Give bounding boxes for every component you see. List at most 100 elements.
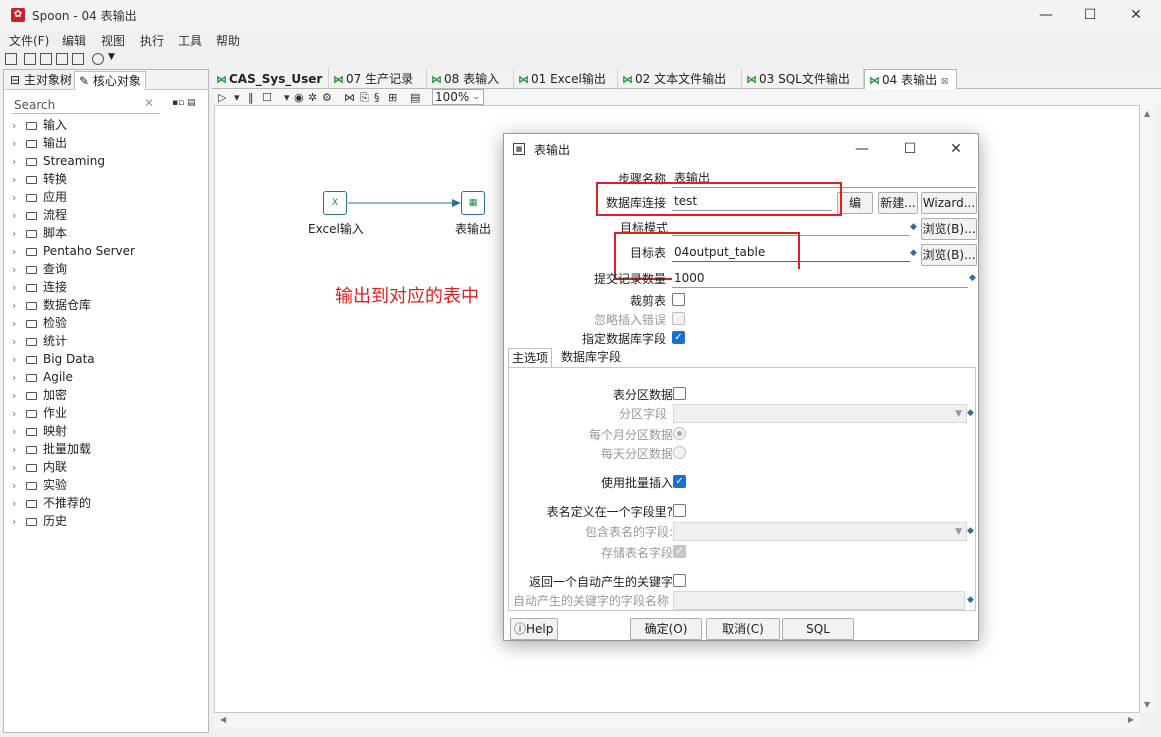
- open-file-icon[interactable]: [24, 53, 36, 65]
- vertical-scrollbar[interactable]: ▲ ▼: [1140, 105, 1156, 713]
- preview-icon[interactable]: ◉: [294, 91, 304, 104]
- sql-button[interactable]: SQL: [782, 618, 854, 640]
- chevron-right-icon[interactable]: ›: [12, 189, 26, 207]
- chevron-right-icon[interactable]: ›: [12, 117, 26, 135]
- excel-input-icon[interactable]: X: [323, 191, 347, 215]
- replay-icon[interactable]: ⚙: [322, 91, 332, 104]
- store-tablename-checkbox[interactable]: ✓: [673, 545, 686, 558]
- minimize-icon[interactable]: —: [844, 138, 880, 160]
- tree-item[interactable]: › 作业: [12, 404, 67, 422]
- ok-button[interactable]: 确定(O): [630, 618, 702, 640]
- monthly-partition-radio[interactable]: [673, 427, 686, 440]
- tree-item[interactable]: › 数据仓库: [12, 296, 91, 314]
- explore-db-icon[interactable]: ⊞: [388, 91, 397, 104]
- debug-icon[interactable]: ✲: [308, 91, 317, 104]
- chevron-right-icon[interactable]: ›: [12, 441, 26, 459]
- tablename-in-field-checkbox[interactable]: [673, 504, 686, 517]
- menu-view[interactable]: 视图: [101, 32, 125, 49]
- tablename-field-select[interactable]: ▼: [673, 522, 967, 541]
- tree-item[interactable]: › 实验: [12, 476, 67, 494]
- tab-02[interactable]: ⋈ 02 文本文件输出: [618, 69, 742, 89]
- explore-repo-icon[interactable]: [40, 53, 52, 65]
- tab-main-options[interactable]: 主选项: [508, 348, 553, 368]
- browse-schema-button[interactable]: 浏览(B)...: [921, 218, 977, 240]
- tree-item[interactable]: › 输入: [12, 116, 67, 134]
- tree-item[interactable]: › 流程: [12, 206, 67, 224]
- chevron-right-icon[interactable]: ›: [12, 513, 26, 531]
- partition-field-select[interactable]: ▼: [673, 404, 967, 423]
- tree-item[interactable]: › 脚本: [12, 224, 67, 242]
- chevron-right-icon[interactable]: ›: [12, 459, 26, 477]
- tree-item[interactable]: › 加密: [12, 386, 67, 404]
- cancel-button[interactable]: 取消(C): [706, 618, 780, 640]
- stop-dropdown-icon[interactable]: ▾: [284, 91, 290, 104]
- chevron-right-icon[interactable]: ›: [12, 261, 26, 279]
- tree-item[interactable]: › 批量加载: [12, 440, 91, 458]
- new-file-icon[interactable]: [5, 53, 17, 65]
- tab-07[interactable]: ⋈ 07 生产记录: [329, 69, 427, 89]
- tree-item[interactable]: › 输出: [12, 134, 67, 152]
- chevron-right-icon[interactable]: ›: [12, 351, 26, 369]
- zoom-select[interactable]: 100% ⌄: [432, 89, 484, 105]
- close-icon[interactable]: ✕: [1113, 0, 1159, 30]
- pause-icon[interactable]: ‖: [248, 91, 254, 104]
- run-icon[interactable]: ▷: [218, 91, 226, 104]
- chevron-right-icon[interactable]: ›: [12, 333, 26, 351]
- chevron-right-icon[interactable]: ›: [12, 279, 26, 297]
- partition-checkbox[interactable]: [673, 387, 686, 400]
- tab-main-tree[interactable]: ⊟ 主对象树: [6, 71, 76, 90]
- tab-core-objects[interactable]: ✎ 核心对象: [74, 71, 146, 90]
- maximize-icon[interactable]: ☐: [1067, 0, 1113, 30]
- stop-icon[interactable]: ☐: [262, 91, 272, 104]
- chevron-right-icon[interactable]: ›: [12, 297, 26, 315]
- chevron-right-icon[interactable]: ›: [12, 207, 26, 225]
- tab-01[interactable]: ⋈ 01 Excel输出: [514, 69, 618, 89]
- chevron-right-icon[interactable]: ›: [12, 315, 26, 333]
- tree-item[interactable]: › Agile: [12, 368, 73, 386]
- tab-03[interactable]: ⋈ 03 SQL文件输出: [742, 69, 864, 89]
- clear-search-icon[interactable]: ✕: [144, 96, 154, 110]
- edit-connection-button[interactable]: 编辑...: [837, 192, 873, 230]
- browse-table-button[interactable]: 浏览(B)...: [921, 244, 977, 266]
- chevron-right-icon[interactable]: ›: [12, 387, 26, 405]
- chevron-right-icon[interactable]: ›: [12, 135, 26, 153]
- tree-item[interactable]: › 应用: [12, 188, 67, 206]
- tab-04[interactable]: ⋈ 04 表输出 ⊠: [864, 69, 957, 89]
- save-icon[interactable]: [56, 53, 68, 65]
- menu-run[interactable]: 执行: [140, 32, 164, 49]
- table-output-icon[interactable]: ▦: [461, 191, 485, 215]
- tab-08[interactable]: ⋈ 08 表输入: [427, 69, 514, 89]
- help-button[interactable]: ⓘHelp: [510, 618, 558, 640]
- chevron-right-icon[interactable]: ›: [12, 171, 26, 189]
- hop-arrow[interactable]: [348, 198, 468, 210]
- menu-edit[interactable]: 编辑: [62, 32, 86, 49]
- tree-item[interactable]: › Pentaho Server: [12, 242, 135, 260]
- daily-partition-radio[interactable]: [673, 446, 686, 459]
- return-key-checkbox[interactable]: [673, 574, 686, 587]
- show-results-icon[interactable]: ▤: [410, 91, 420, 104]
- chevron-right-icon[interactable]: ›: [12, 405, 26, 423]
- chevron-right-icon[interactable]: ›: [12, 495, 26, 513]
- tree-item[interactable]: › 转换: [12, 170, 67, 188]
- tree-item[interactable]: › 内联: [12, 458, 67, 476]
- save-as-icon[interactable]: [72, 53, 84, 65]
- tree-item[interactable]: › 查询: [12, 260, 67, 278]
- close-tab-icon[interactable]: ⊠: [941, 77, 949, 87]
- verify-icon[interactable]: ⋈: [344, 91, 355, 104]
- tree-item[interactable]: › 统计: [12, 332, 67, 350]
- tree-tools-icon[interactable]: ▪▫ ▤: [172, 98, 196, 108]
- chevron-down-icon[interactable]: ▼: [108, 52, 115, 62]
- tree-item[interactable]: › 连接: [12, 278, 67, 296]
- tree-item[interactable]: › Big Data: [12, 350, 95, 368]
- menu-file[interactable]: 文件(F): [9, 32, 49, 49]
- new-connection-button[interactable]: 新建...: [878, 192, 918, 214]
- tree-item[interactable]: › 历史: [12, 512, 67, 530]
- tree-item[interactable]: › 检验: [12, 314, 67, 332]
- tab-cas-sys-user[interactable]: ⋈ CAS_Sys_User: [212, 69, 329, 89]
- run-dropdown-icon[interactable]: ▾: [234, 91, 240, 104]
- tree-item[interactable]: › 映射: [12, 422, 67, 440]
- commit-size-field[interactable]: 1000: [672, 269, 968, 288]
- chevron-right-icon[interactable]: ›: [12, 369, 26, 387]
- specify-fields-checkbox[interactable]: ✓: [672, 331, 685, 344]
- chevron-right-icon[interactable]: ›: [12, 423, 26, 441]
